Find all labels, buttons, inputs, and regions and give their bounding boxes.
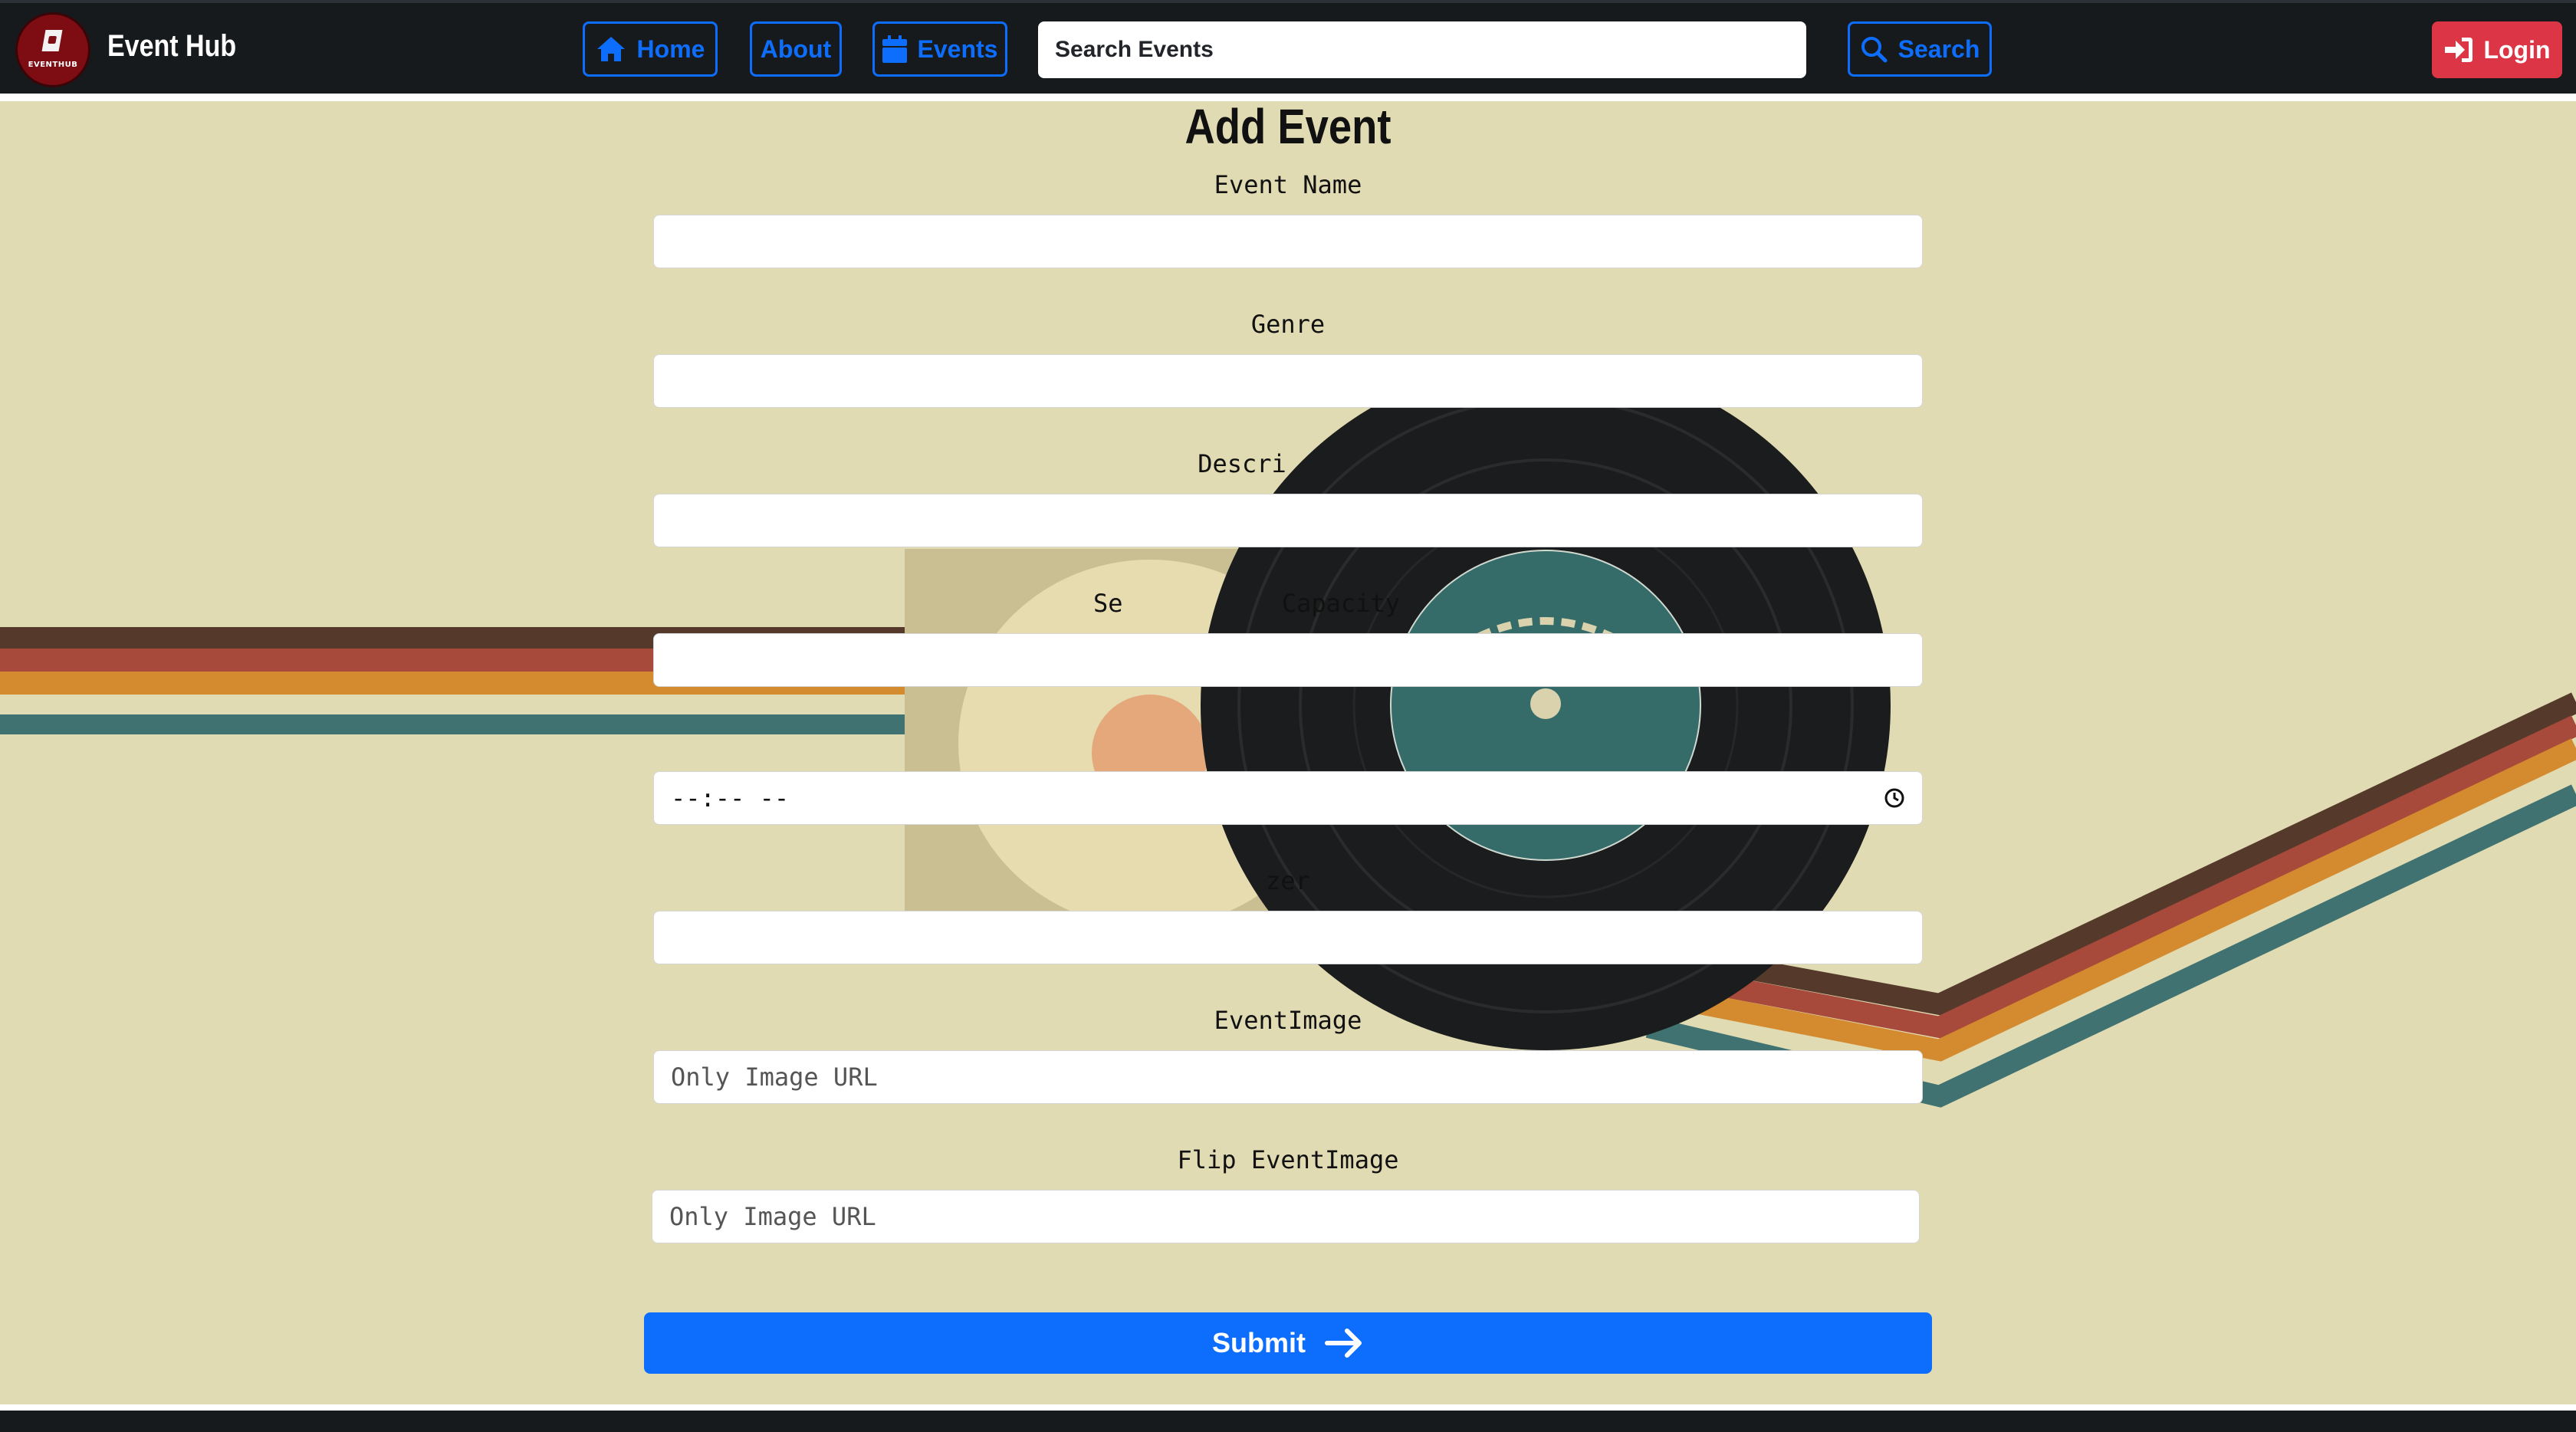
events-button[interactable]: Events — [872, 21, 1007, 77]
home-icon — [596, 37, 625, 61]
submit-button[interactable]: Submit — [644, 1312, 1932, 1374]
flip-event-image-input[interactable] — [652, 1190, 1920, 1243]
seating-capacity-input[interactable] — [653, 633, 1923, 687]
footer — [0, 1411, 2576, 1432]
footer-divider — [0, 1404, 2576, 1411]
events-label: Events — [917, 34, 998, 63]
navbar: EVENTHUB Event Hub Home About Events Sea… — [0, 0, 2576, 94]
login-label: Login — [2483, 35, 2551, 64]
description-label: Descri — [0, 449, 2576, 478]
event-image-label: EventImage — [1214, 1006, 1362, 1035]
description-label-text: Descri — [1198, 449, 1286, 478]
about-button[interactable]: About — [750, 21, 842, 77]
home-label: Home — [636, 34, 705, 63]
flip-event-image-label: Flip EventImage — [1177, 1145, 1399, 1174]
search-icon — [1861, 37, 1888, 63]
event-image-input[interactable] — [653, 1050, 1923, 1104]
organizer-label: zer — [0, 866, 2576, 895]
submit-label: Submit — [1212, 1327, 1306, 1358]
event-name-label: Event Name — [1214, 170, 1362, 199]
search-input[interactable] — [1038, 21, 1806, 78]
eventhub-logo[interactable]: EVENTHUB — [15, 12, 90, 87]
search-label: Search — [1898, 34, 1980, 63]
description-input[interactable] — [653, 494, 1923, 547]
time-value: --:-- -- — [671, 783, 790, 813]
calendar-icon — [882, 35, 907, 63]
login-icon — [2445, 38, 2473, 62]
about-label: About — [760, 34, 832, 63]
clock-icon[interactable] — [1884, 787, 1905, 809]
logo-text: EVENTHUB — [28, 61, 78, 69]
home-button[interactable]: Home — [583, 21, 718, 77]
genre-input[interactable] — [653, 354, 1923, 408]
logo-mark-icon — [41, 30, 63, 51]
page-title: Add Event — [1184, 99, 1392, 154]
arrow-right-icon — [1325, 1329, 1362, 1358]
login-button[interactable]: Login — [2432, 21, 2562, 78]
event-name-input[interactable] — [653, 215, 1923, 268]
seating-label-left: Se — [1093, 589, 1123, 618]
genre-label: Genre — [1250, 310, 1326, 339]
brand-name[interactable]: Event Hub — [107, 29, 236, 64]
search-button[interactable]: Search — [1848, 21, 1992, 77]
organizer-input[interactable] — [653, 911, 1923, 964]
seating-capacity-label: Se Capacity — [0, 589, 2576, 618]
event-time-input[interactable]: --:-- -- — [653, 771, 1923, 825]
organizer-label-text: zer — [1266, 866, 1310, 895]
seating-label-right: Capacity — [1281, 589, 1400, 618]
